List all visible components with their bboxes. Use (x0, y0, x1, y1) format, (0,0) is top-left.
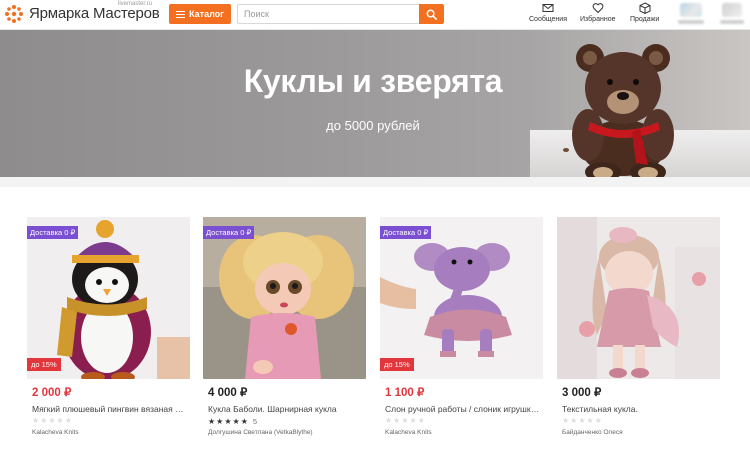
cart-label-blurred (720, 20, 744, 24)
product-title[interactable]: Текстильная кукла. (562, 404, 718, 414)
star-icon: ★ (409, 416, 417, 425)
star-icon: ★ (578, 416, 586, 425)
catalog-button-label: Каталог (189, 9, 224, 19)
delivery-badge: Доставка 0 ₽ (203, 226, 255, 239)
nav-favorites[interactable]: Избранное (580, 2, 615, 28)
star-icon: ★ (393, 416, 401, 425)
jointed-doll-image (203, 217, 366, 379)
heart-icon (592, 3, 604, 14)
star-icon: ★ (570, 416, 578, 425)
product-photo[interactable] (557, 217, 720, 379)
search-button[interactable] (419, 4, 444, 24)
star-icon: ★ (417, 416, 425, 425)
envelope-icon (542, 4, 554, 12)
seller-name[interactable]: Kalacheva Knits (32, 429, 79, 436)
star-icon: ★ (240, 416, 248, 426)
top-header: livemaster.ru Ярмарка Мастеров Каталог С… (0, 0, 750, 30)
rating-stars: ★ ★ ★ ★ ★ 5 (208, 417, 257, 426)
product-price: 3 000 ₽ (562, 387, 602, 399)
textile-doll-image (557, 217, 720, 379)
star-icon: ★ (232, 416, 240, 426)
logo-icon[interactable] (4, 4, 24, 24)
star-icon: ★ (40, 416, 48, 425)
star-icon: ★ (208, 416, 216, 426)
nav-sales-label: Продажи (630, 16, 660, 23)
discount-badge: до 15% (27, 358, 61, 371)
star-icon: ★ (401, 416, 409, 425)
review-count: 5 (252, 417, 258, 426)
nav-messages[interactable]: Сообщения (529, 2, 567, 28)
seller-name[interactable]: Байданченко Олеся (562, 429, 623, 436)
delivery-badge: Доставка 0 ₽ (27, 226, 79, 239)
profile-label-blurred (678, 20, 704, 24)
product-title[interactable]: Слон ручной работы / слоник игрушка для … (385, 404, 541, 414)
profile-avatar[interactable] (680, 3, 702, 17)
star-icon: ★ (594, 416, 602, 425)
box-icon (639, 2, 651, 14)
rating-stars: ★ ★ ★ ★ ★ (385, 417, 425, 425)
product-card-penguin[interactable]: Доставка 0 ₽ до 15% 2 000 ₽ Мягкий плюше… (27, 217, 190, 436)
penguin-toy-image (27, 217, 190, 379)
search-input[interactable] (237, 4, 419, 24)
catalog-button[interactable]: Каталог (169, 4, 231, 24)
nav-messages-label: Сообщения (529, 16, 567, 23)
seller-name[interactable]: Долгушина Светлана (VetkaBlythe) (208, 429, 313, 436)
nav-favorites-label: Избранное (580, 16, 616, 23)
promo-banner[interactable]: Куклы и зверята до 5000 рублей (0, 30, 750, 177)
discount-badge: до 15% (380, 358, 414, 371)
product-photo[interactable]: Доставка 0 ₽ (203, 217, 366, 379)
product-price: 1 100 ₽ (385, 387, 425, 399)
product-photo[interactable]: Доставка 0 ₽ до 15% (27, 217, 190, 379)
star-icon: ★ (64, 416, 72, 425)
logo-text[interactable]: Ярмарка Мастеров (29, 5, 160, 22)
product-price: 4 000 ₽ (208, 387, 248, 399)
product-card-textile-doll[interactable]: 3 000 ₽ Текстильная кукла. ★ ★ ★ ★ ★ Байданч… (557, 217, 720, 436)
section-divider (0, 177, 750, 187)
nav-sales[interactable]: Продажи (630, 2, 659, 28)
rating-stars: ★ ★ ★ ★ ★ (562, 417, 602, 425)
star-icon: ★ (562, 416, 570, 425)
star-icon: ★ (32, 416, 40, 425)
cart-icon[interactable] (722, 3, 742, 17)
banner-subtitle: до 5000 рублей (326, 118, 420, 133)
menu-icon (176, 10, 186, 18)
product-card-doll-babolі[interactable]: Доставка 0 ₽ 4 000 ₽ Кукла Баболи. Шарни… (203, 217, 366, 436)
star-icon: ★ (224, 416, 232, 426)
star-icon: ★ (48, 416, 56, 425)
product-price: 2 000 ₽ (32, 387, 72, 399)
star-icon: ★ (216, 416, 224, 426)
product-title[interactable]: Кукла Баболи. Шарнирная кукла (208, 404, 364, 414)
rating-stars: ★ ★ ★ ★ ★ (32, 417, 72, 425)
banner-title: Куклы и зверята (243, 63, 503, 99)
product-photo[interactable]: Доставка 0 ₽ до 15% (380, 217, 543, 379)
search-icon (426, 9, 437, 20)
star-icon: ★ (56, 416, 64, 425)
star-icon: ★ (385, 416, 393, 425)
teddy-bear-image (563, 44, 674, 177)
delivery-badge: Доставка 0 ₽ (380, 226, 432, 239)
product-title[interactable]: Мягкий плюшевый пингвин вязаная игру... (32, 404, 188, 414)
seller-name[interactable]: Kalacheva Knits (385, 429, 432, 436)
elephant-toy-image (380, 217, 543, 379)
star-icon: ★ (586, 416, 594, 425)
product-card-elephant[interactable]: Доставка 0 ₽ до 15% 1 100 ₽ Слон ручной … (380, 217, 543, 436)
